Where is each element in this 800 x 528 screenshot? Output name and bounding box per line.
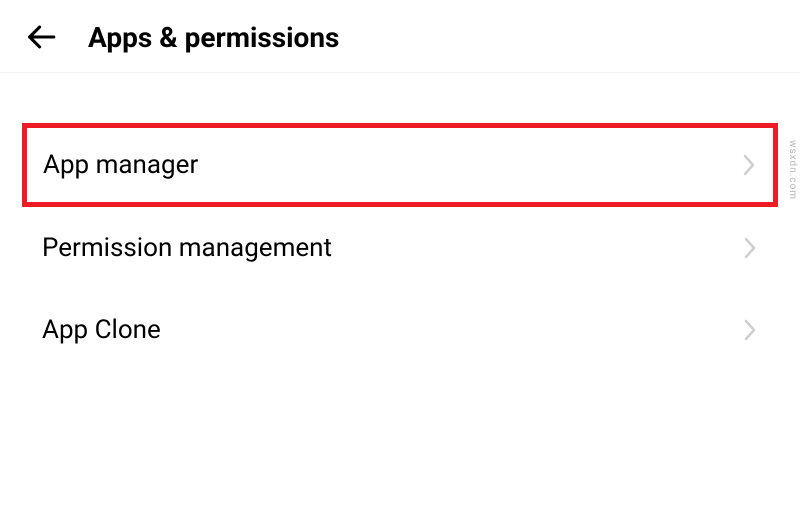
header: Apps & permissions (0, 0, 800, 72)
chevron-right-icon (742, 234, 758, 262)
chevron-right-icon (741, 151, 757, 179)
list-item-app-manager[interactable]: App manager (22, 123, 778, 207)
page-title: Apps & permissions (88, 21, 339, 54)
list-item-label: App manager (43, 150, 198, 180)
list-item-label: Permission management (42, 233, 332, 263)
chevron-right-icon (742, 316, 758, 344)
watermark: wsxdn.com (787, 140, 798, 200)
arrow-left-icon (24, 20, 58, 54)
list-item-permission-management[interactable]: Permission management (0, 207, 800, 289)
back-button[interactable] (24, 20, 58, 54)
list-item-label: App Clone (42, 315, 161, 345)
spacer (0, 73, 800, 123)
list-item-app-clone[interactable]: App Clone (0, 289, 800, 371)
settings-list: App manager Permission management App Cl… (0, 123, 800, 371)
